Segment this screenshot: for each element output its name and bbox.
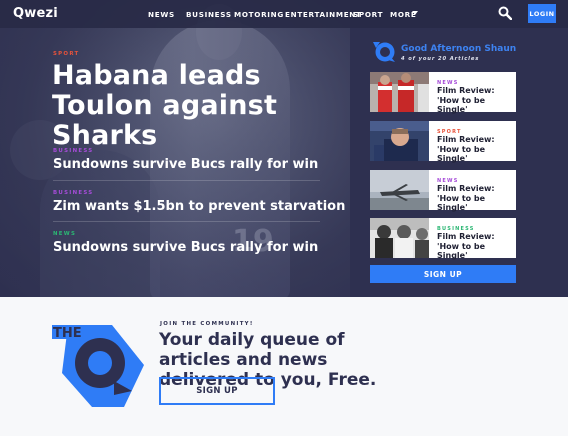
nav-item-sport[interactable]: SPORT [353,10,383,19]
search-icon[interactable] [498,6,512,20]
chevron-down-icon[interactable] [412,11,418,15]
story-title[interactable]: Sundowns survive Bucs rally for win [53,240,323,255]
top-nav: Qwezi NEWS BUSINESS MOTORING ENTERTAINME… [0,0,568,28]
article-thumbnail [370,121,429,161]
login-button[interactable]: LOGIN [528,4,556,23]
story-category: NEWS [53,231,77,237]
article-thumbnail [370,72,429,112]
hero-section: 19 SPORT Habana leads Toulon against Sha… [0,0,568,297]
nav-item-motoring[interactable]: MOTORING [234,10,284,19]
site-logo[interactable]: Qwezi [13,6,58,21]
story-title[interactable]: Zim wants $1.5bn to prevent starvation [53,199,345,214]
card-title[interactable]: Film Review: 'How to be Single' [437,184,515,213]
story-item[interactable]: BUSINESS Sundowns survive Bucs rally for… [53,148,323,172]
logo-text: Qwezi [13,6,58,21]
article-card[interactable]: NEWS Film Review: 'How to be Single' [370,72,516,115]
card-title[interactable]: Film Review: 'How to be Single' [437,135,515,164]
profile-icon[interactable] [370,39,396,63]
nav-item-business[interactable]: BUSINESS [186,10,232,19]
divider [53,180,320,181]
hero-category[interactable]: SPORT [53,51,80,57]
article-count: 4 of your 20 Articles [401,56,480,62]
card-title[interactable]: Film Review: 'How to be Single' [437,86,515,115]
sidebar-signup-button[interactable]: SIGN UP [370,265,516,283]
article-card[interactable]: SPORT Film Review: 'How to be Single' [370,121,516,164]
nav-item-entertainment[interactable]: ENTERTAINMENT [285,10,362,19]
story-item[interactable]: BUSINESS Zim wants $1.5bn to prevent sta… [53,190,345,214]
graphic-text: THE [53,326,82,341]
greeting-text: Good Afternoon Shaun [401,44,517,54]
article-thumbnail [370,170,429,210]
article-card[interactable]: NEWS Film Review: 'How to be Single' [370,170,516,213]
story-title[interactable]: Sundowns survive Bucs rally for win [53,157,323,172]
story-item[interactable]: NEWS Sundowns survive Bucs rally for win [53,231,323,255]
article-thumbnail [370,218,429,258]
card-title[interactable]: Film Review: 'How to be Single' [437,232,515,261]
story-category: BUSINESS [53,190,94,196]
divider [53,221,320,222]
community-graphic: THE [52,325,144,407]
article-card[interactable]: BUSINESS Film Review: 'How to be Single' [370,218,516,261]
promo-signup-button[interactable]: SIGN UP [159,377,275,405]
hero-title[interactable]: Habana leads Toulon against Sharks [52,61,342,151]
story-category: BUSINESS [53,148,94,154]
nav-item-news[interactable]: NEWS [148,10,175,19]
promo-kicker: JOIN THE COMMUNITY! [160,321,254,327]
